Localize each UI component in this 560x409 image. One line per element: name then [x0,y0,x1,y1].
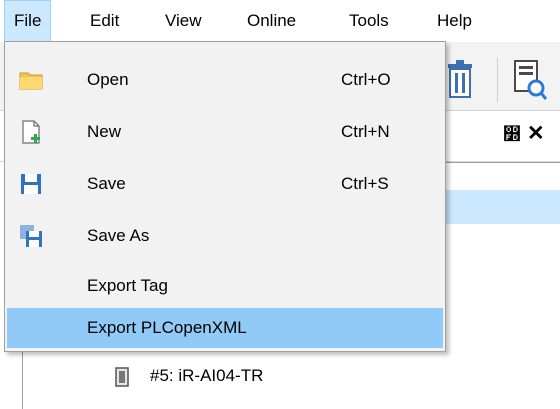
folder-icon [19,72,43,90]
menu-item-open[interactable]: Open Ctrl+O [7,60,443,100]
menu-item-label: Save [87,174,126,193]
save-as-icon [20,225,42,247]
menu-item-label: Export Tag [87,276,168,295]
menu-item-label: New [87,122,122,141]
menu-item-label: Export PLCopenXML [87,318,247,337]
menu-item-export-plcopenxml[interactable]: Export PLCopenXML [7,308,443,348]
tree-item-label: #5: iR-AI04-TR [150,366,264,385]
menu-bar: File Edit View Online Tools Help [0,0,560,42]
close-icon[interactable]: ✕ [527,121,545,146]
pin-icon[interactable]: ෽ [503,124,521,145]
menu-item-new[interactable]: New Ctrl+N [7,112,443,152]
module-icon [115,367,129,387]
menu-tools[interactable]: Tools [340,0,398,42]
menu-help[interactable]: Help [428,0,481,42]
tree-selected-row[interactable] [436,190,560,224]
menu-item-save-as[interactable]: Save As [7,216,443,256]
trash-icon[interactable] [445,60,475,98]
floppy-disk-icon [21,174,41,194]
menu-item-shortcut: Ctrl+S [341,174,389,193]
menu-view[interactable]: View [156,0,211,42]
menu-item-shortcut: Ctrl+N [341,122,390,141]
menu-item-export-tag[interactable]: Export Tag [7,266,443,306]
menu-item-save[interactable]: Save Ctrl+S [7,164,443,204]
menu-file[interactable]: File [4,0,52,42]
toolbar-separator [497,58,498,102]
menu-online[interactable]: Online [238,0,305,42]
menu-item-label: Open [87,70,129,89]
menu-edit[interactable]: Edit [81,0,128,42]
file-menu-dropdown: Open Ctrl+O New Ctrl+N Save Ctrl+S Save … [4,41,446,352]
preview-icon[interactable] [512,58,548,102]
new-file-icon [22,120,40,144]
menu-item-shortcut: Ctrl+O [341,70,391,89]
menu-item-label: Save As [87,226,150,245]
